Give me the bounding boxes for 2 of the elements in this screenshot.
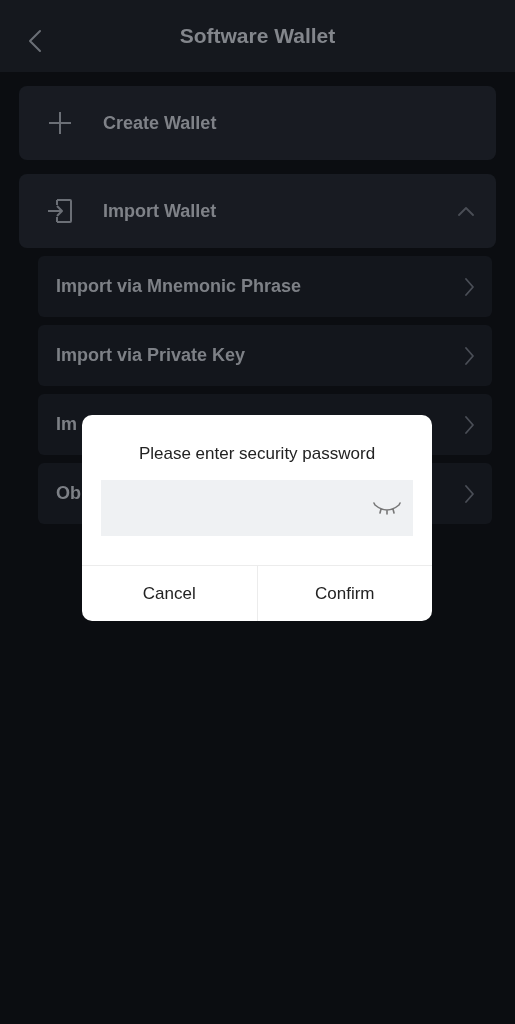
screen-title: Software Wallet <box>179 23 336 50</box>
dialog-title: Please enter security password <box>137 443 377 465</box>
